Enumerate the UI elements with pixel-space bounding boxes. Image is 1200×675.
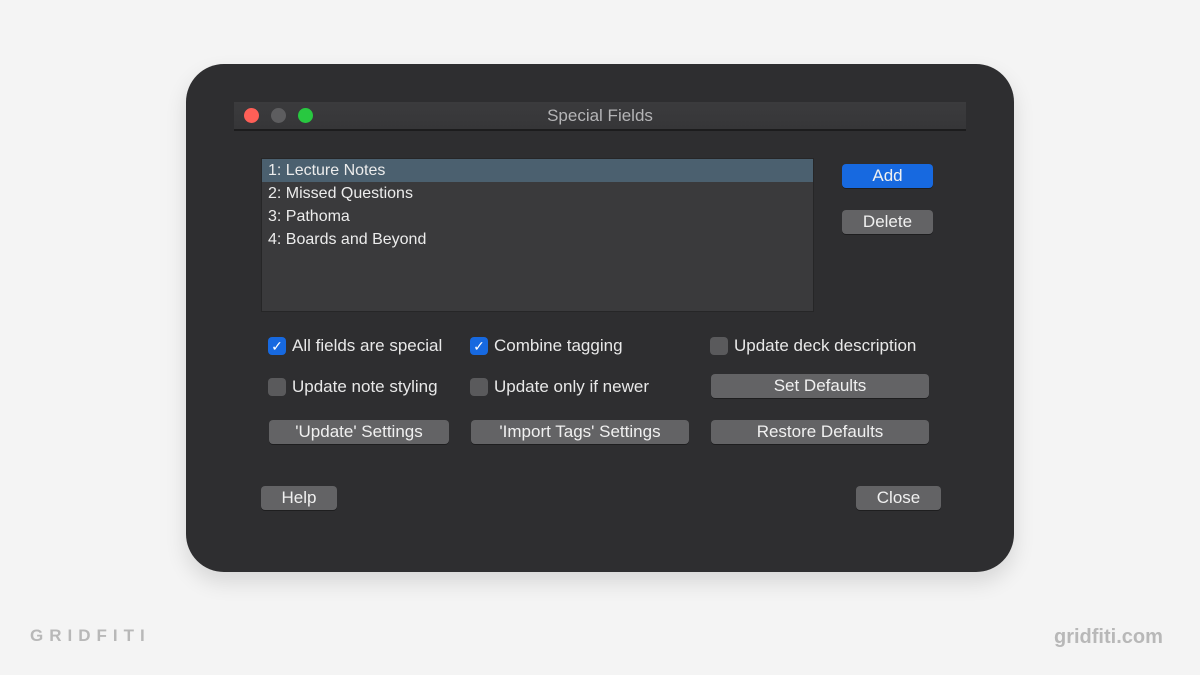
checkbox-label: Update only if newer: [494, 377, 649, 396]
close-button[interactable]: Close: [856, 486, 941, 510]
restore-defaults-button[interactable]: Restore Defaults: [711, 420, 929, 444]
update-settings-button[interactable]: 'Update' Settings: [269, 420, 449, 444]
checkbox-box[interactable]: [268, 378, 286, 396]
brand-watermark: GRIDFITI: [30, 626, 151, 645]
list-item[interactable]: 3: Pathoma: [262, 205, 813, 228]
checkbox-label: All fields are special: [292, 336, 443, 355]
list-item[interactable]: 4: Boards and Beyond: [262, 228, 813, 251]
checkmark-icon[interactable]: ✓: [268, 337, 286, 355]
checkbox-box[interactable]: [710, 337, 728, 355]
update-note-styling-checkbox[interactable]: Update note styling: [268, 377, 438, 397]
list-item[interactable]: 1: Lecture Notes: [262, 159, 813, 182]
import-tags-settings-button[interactable]: 'Import Tags' Settings: [471, 420, 689, 444]
checkbox-label: Update note styling: [292, 377, 438, 396]
update-deck-description-checkbox[interactable]: Update deck description: [710, 336, 916, 356]
delete-button[interactable]: Delete: [842, 210, 933, 234]
special-fields-list[interactable]: 1: Lecture Notes 2: Missed Questions 3: …: [261, 158, 814, 312]
all-fields-special-checkbox[interactable]: ✓ All fields are special: [268, 336, 442, 356]
set-defaults-button[interactable]: Set Defaults: [711, 374, 929, 398]
window-title: Special Fields: [547, 106, 653, 125]
help-button[interactable]: Help: [261, 486, 337, 510]
list-item[interactable]: 2: Missed Questions: [262, 182, 813, 205]
checkbox-box[interactable]: [470, 378, 488, 396]
combine-tagging-checkbox[interactable]: ✓ Combine tagging: [470, 336, 623, 356]
website-watermark: gridfiti.com: [1054, 626, 1163, 648]
add-button[interactable]: Add: [842, 164, 933, 188]
update-only-if-newer-checkbox[interactable]: Update only if newer: [470, 377, 649, 397]
checkbox-label: Combine tagging: [494, 336, 623, 355]
title-bar[interactable]: Special Fields: [234, 102, 966, 131]
checkmark-icon[interactable]: ✓: [470, 337, 488, 355]
checkbox-label: Update deck description: [734, 336, 917, 355]
